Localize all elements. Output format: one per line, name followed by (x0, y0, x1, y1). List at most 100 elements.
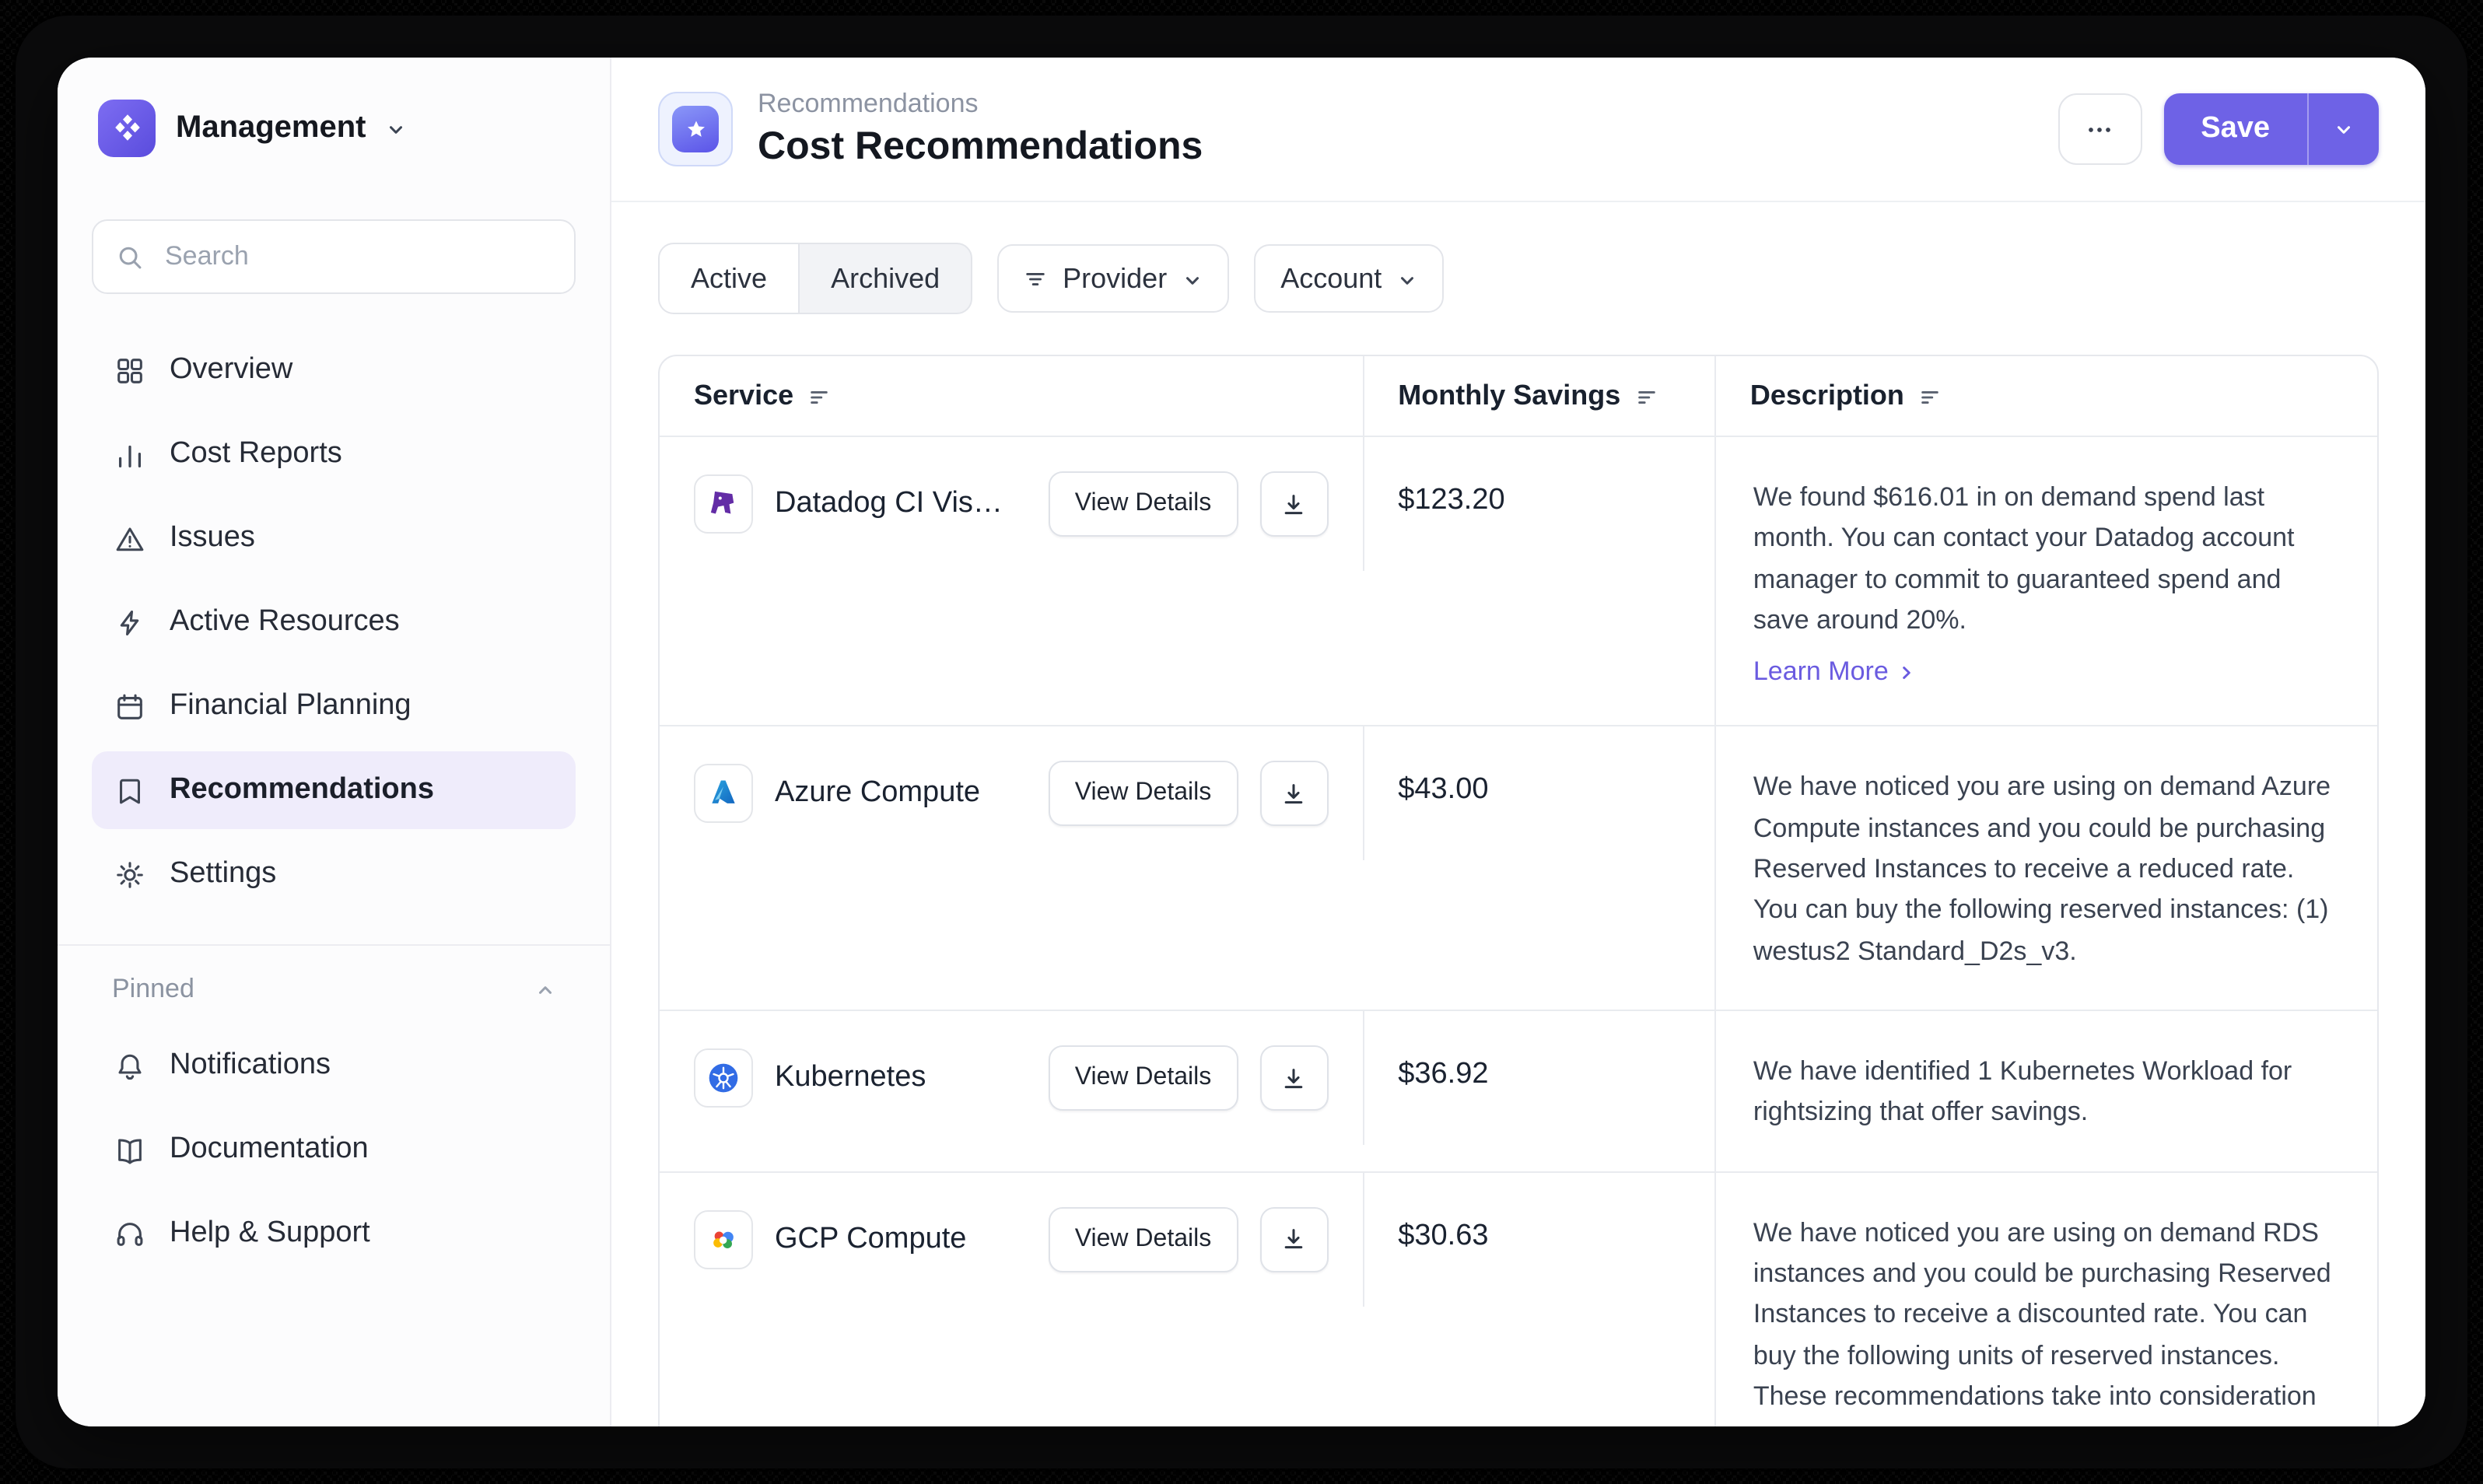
monthly-savings-cell: $36.92 (1364, 1011, 1716, 1171)
download-button[interactable] (1259, 1045, 1328, 1111)
breadcrumb: Recommendations (758, 89, 1203, 120)
learn-more-link[interactable]: Learn More (1753, 657, 1915, 688)
column-header-monthly-savings[interactable]: Monthly Savings (1364, 356, 1716, 436)
service-icon-tile (694, 1210, 753, 1269)
star-badge-icon (672, 106, 719, 152)
page-content: Active Archived Provider Account (611, 202, 2425, 1426)
sidebar-item-recommendations[interactable]: Recommendations (92, 751, 576, 829)
chevron-down-icon (1397, 270, 1417, 290)
azure-icon (706, 777, 741, 811)
datadog-icon (706, 487, 741, 521)
bell-icon (112, 1048, 146, 1083)
sort-icon[interactable] (807, 386, 831, 409)
save-button[interactable]: Save (2163, 93, 2307, 165)
sidebar-body: Overview Cost Reports Issues Active Reso… (58, 198, 610, 1426)
app-window: Management Overview Cost Reports Issues … (58, 58, 2425, 1426)
monthly-savings-cell: $30.63 (1364, 1173, 1716, 1426)
page-header: Recommendations Cost Recommendations Sav… (611, 58, 2425, 202)
service-cell: Azure Compute View Details (660, 727, 1364, 861)
table-row: Azure Compute View Details $43.00 We hav… (660, 726, 2377, 1010)
page-title: Cost Recommendations (758, 124, 1203, 170)
sort-icon[interactable] (1634, 386, 1658, 409)
sidebar-item-documentation[interactable]: Documentation (92, 1111, 576, 1188)
save-dropdown-button[interactable] (2307, 93, 2379, 165)
provider-filter-dropdown[interactable]: Provider (997, 244, 1229, 313)
gcp-icon (706, 1223, 741, 1257)
chevron-down-icon (387, 119, 407, 139)
sidebar-item-settings[interactable]: Settings (92, 835, 576, 913)
sidebar-item-help-support[interactable]: Help & Support (92, 1195, 576, 1272)
sort-icon[interactable] (1918, 386, 1942, 409)
column-header-service[interactable]: Service (660, 356, 1364, 436)
service-cell: Datadog CI Visibility View Details (660, 437, 1364, 571)
sidebar: Management Overview Cost Reports Issues … (58, 58, 611, 1426)
pinned-nav: Notifications Documentation Help & Suppo… (92, 1027, 576, 1272)
workspace-name: Management (176, 110, 366, 145)
star-icon (684, 117, 707, 141)
download-button[interactable] (1259, 1207, 1328, 1272)
sidebar-item-financial-planning[interactable]: Financial Planning (92, 667, 576, 745)
download-icon (1280, 1227, 1307, 1253)
monthly-savings-cell: $43.00 (1364, 727, 1716, 1010)
view-details-button[interactable]: View Details (1049, 761, 1238, 827)
description-text: We have identified 1 Kubernetes Workload… (1753, 1052, 2340, 1133)
chevron-down-icon (2334, 119, 2354, 139)
sidebar-item-overview[interactable]: Overview (92, 331, 576, 409)
description-text: We found $616.01 in on demand spend last… (1753, 478, 2340, 642)
workspace-logo (98, 99, 156, 156)
chevron-down-icon (1182, 270, 1203, 290)
sidebar-item-active-resources[interactable]: Active Resources (92, 583, 576, 661)
account-filter-label: Account (1280, 262, 1382, 295)
description-cell: We have noticed you are using on demand … (1716, 727, 2377, 1010)
sidebar-item-notifications[interactable]: Notifications (92, 1027, 576, 1104)
grid-icon (112, 353, 146, 387)
download-icon (1280, 491, 1307, 517)
workspace-switcher[interactable]: Management (58, 58, 610, 198)
sidebar-item-cost-reports[interactable]: Cost Reports (92, 415, 576, 493)
clover-icon (111, 112, 142, 143)
warning-icon (112, 521, 146, 555)
view-details-button[interactable]: View Details (1049, 1207, 1238, 1272)
download-button[interactable] (1259, 761, 1328, 827)
sidebar-nav: Overview Cost Reports Issues Active Reso… (92, 331, 576, 913)
description-cell: We found $616.01 in on demand spend last… (1716, 437, 2377, 726)
sidebar-divider (58, 944, 610, 946)
book-icon (112, 1132, 146, 1167)
service-name: Datadog CI Visibility (775, 487, 1005, 521)
sidebar-item-issues[interactable]: Issues (92, 499, 576, 577)
recommendations-table: Service Monthly Savings Description (658, 355, 2379, 1426)
description-cell: We have noticed you are using on demand … (1716, 1173, 2377, 1426)
monthly-savings-value: $30.63 (1398, 1220, 1488, 1252)
service-icon-tile (694, 765, 753, 824)
table-row: Datadog CI Visibility View Details $123.… (660, 436, 2377, 726)
provider-filter-label: Provider (1063, 262, 1167, 295)
view-details-button[interactable]: View Details (1049, 471, 1238, 537)
search-icon (115, 242, 145, 271)
tab-archived[interactable]: Archived (798, 244, 971, 313)
service-cell: Kubernetes View Details (660, 1011, 1364, 1145)
more-button[interactable] (2057, 93, 2142, 165)
search-box[interactable] (92, 219, 576, 294)
service-name: Kubernetes (775, 1061, 926, 1095)
filter-icon (1024, 267, 1047, 290)
desktop-background: Management Overview Cost Reports Issues … (0, 0, 2483, 1484)
pinned-label: Pinned (112, 974, 194, 1005)
download-button[interactable] (1259, 471, 1328, 537)
status-tabs: Active Archived (658, 243, 972, 314)
column-header-description[interactable]: Description (1716, 356, 2377, 436)
service-name: Azure Compute (775, 777, 980, 811)
bookmark-icon (112, 773, 146, 807)
headset-icon (112, 1216, 146, 1251)
pinned-section-header[interactable]: Pinned (112, 974, 555, 1005)
search-input[interactable] (162, 240, 552, 274)
monthly-savings-value: $43.00 (1398, 774, 1488, 807)
view-details-button[interactable]: View Details (1049, 1045, 1238, 1111)
save-split-button: Save (2163, 93, 2379, 165)
kubernetes-icon (706, 1061, 741, 1095)
account-filter-dropdown[interactable]: Account (1254, 244, 1444, 313)
service-icon-tile (694, 474, 753, 534)
tab-active[interactable]: Active (660, 244, 798, 313)
monthly-savings-cell: $123.20 (1364, 437, 1716, 726)
description-cell: We have identified 1 Kubernetes Workload… (1716, 1011, 2377, 1171)
ellipsis-icon (2085, 114, 2114, 144)
